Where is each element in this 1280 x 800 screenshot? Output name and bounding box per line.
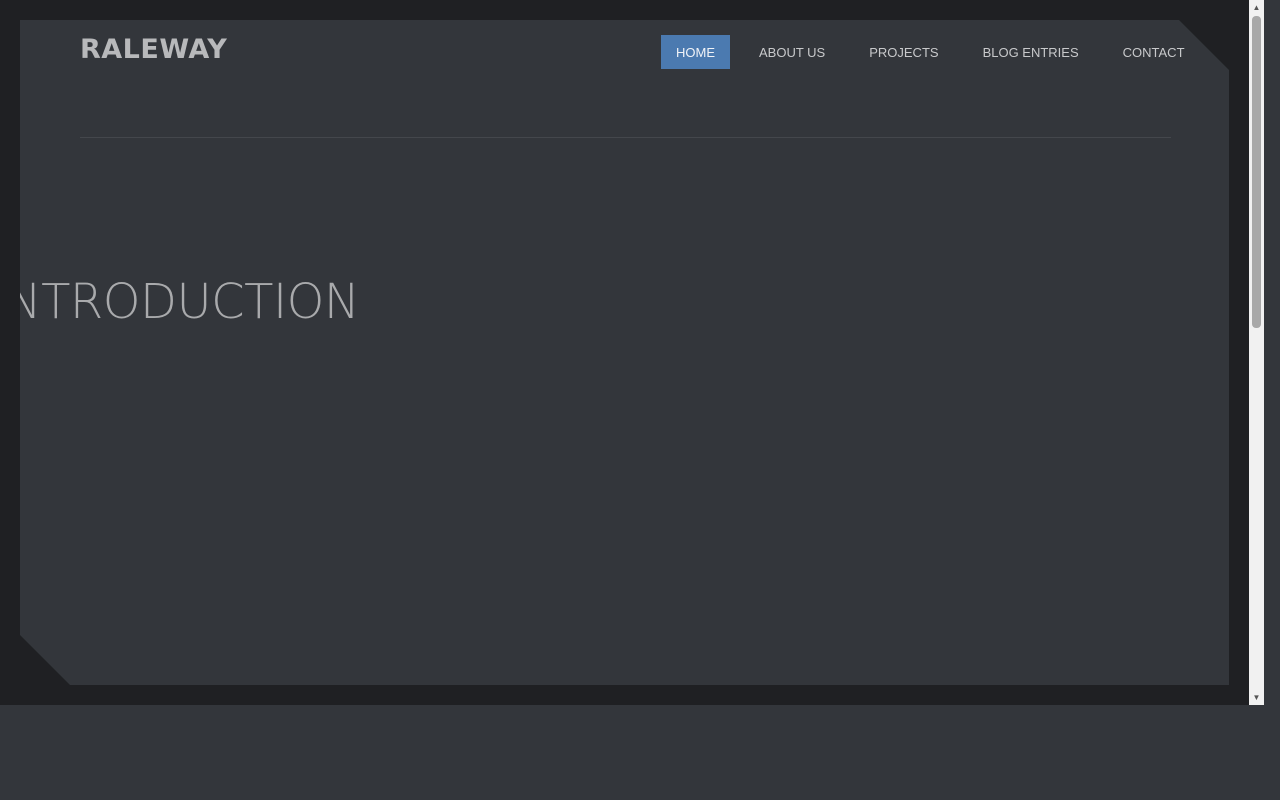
header-divider [80, 137, 1171, 138]
scrollbar-thumb[interactable] [1252, 16, 1261, 328]
nav-home[interactable]: HOME [661, 35, 730, 69]
vertical-scrollbar[interactable]: ▲ ▼ [1249, 0, 1264, 705]
nav-projects[interactable]: PROJECTS [854, 35, 953, 69]
nav-blog-entries[interactable]: BLOG ENTRIES [968, 35, 1094, 69]
main-nav: HOME ABOUT US PROJECTS BLOG ENTRIES CONT… [661, 35, 1214, 69]
triangle-up-icon[interactable]: ▲ [1249, 0, 1264, 15]
content-panel: RALEWAY HOME ABOUT US PROJECTS BLOG ENTR… [20, 20, 1229, 685]
triangle-down-icon[interactable]: ▼ [1249, 690, 1264, 705]
hero-heading: INTRODUCTION [20, 274, 360, 330]
nav-about-us[interactable]: ABOUT US [744, 35, 840, 69]
site-logo[interactable]: RALEWAY [80, 36, 227, 63]
nav-contact[interactable]: CONTACT [1108, 35, 1200, 69]
page-viewport: RALEWAY HOME ABOUT US PROJECTS BLOG ENTR… [0, 0, 1249, 705]
